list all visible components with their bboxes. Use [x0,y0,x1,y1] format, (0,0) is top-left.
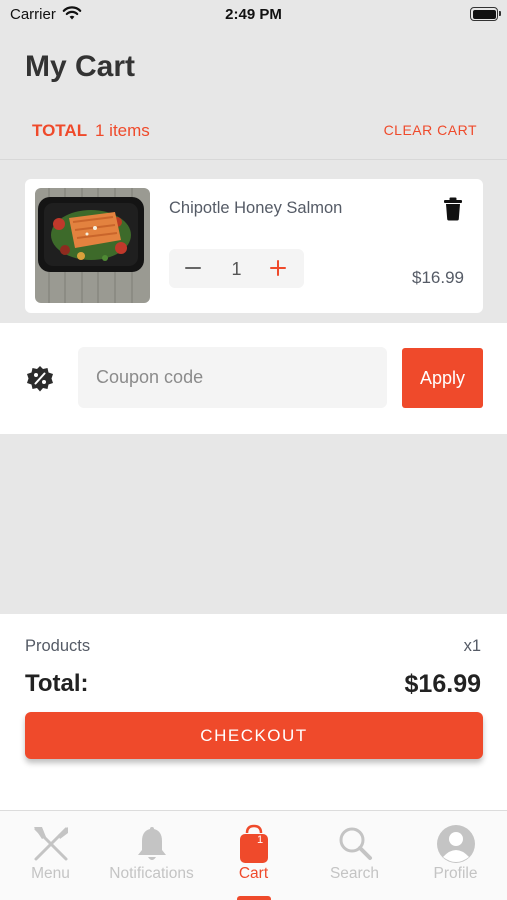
cart-bag-icon: 1 [240,824,268,863]
products-count: x1 [463,637,481,655]
plus-icon[interactable] [268,258,288,278]
tab-label: Cart [238,865,269,882]
tab-notifications[interactable]: Notifications [101,811,202,900]
discount-badge-icon [27,366,53,392]
tab-label: Search [329,865,380,882]
items-count: 1 items [95,121,150,140]
total-text: Total: [25,670,89,697]
clear-cart-button[interactable]: CLEAR CART [384,122,477,138]
profile-icon [437,825,475,863]
active-tab-indicator [237,896,271,900]
apply-button[interactable]: Apply [402,348,483,408]
cart-item-card: Chipotle Honey Salmon 1 $16.99 [25,179,483,313]
coupon-input[interactable] [78,347,387,408]
tab-label: Menu [31,865,70,882]
divider [0,159,507,160]
tab-label: Profile [433,865,478,882]
cart-badge: 1 [257,834,263,846]
battery-icon [470,7,501,21]
total-value: $16.99 [404,670,481,698]
search-icon [339,827,372,860]
tab-menu[interactable]: Menu [0,811,101,900]
tab-label: Notifications [109,865,194,882]
coupon-section: Apply [0,323,507,434]
item-image[interactable] [35,188,150,303]
status-bar: Carrier 2:49 PM [0,0,507,28]
order-summary: Products x1 Total: $16.99 CHECKOUT [0,614,507,810]
bell-icon [138,827,166,860]
tab-search[interactable]: Search [304,811,405,900]
salmon-meal-photo [35,188,150,303]
products-label: Products [25,637,91,655]
quantity-stepper: 1 [169,249,304,288]
tab-profile[interactable]: Profile [405,811,506,900]
tab-cart[interactable]: 1 Cart [203,811,304,900]
total-label: TOTAL [32,121,88,140]
item-price: $16.99 [412,268,464,287]
checkout-button[interactable]: CHECKOUT [25,712,483,759]
status-time: 2:49 PM [225,6,282,23]
utensils-icon [34,827,68,861]
tab-bar: Menu Notifications 1 Cart Search Profile [0,810,507,900]
page-title: My Cart [25,50,136,83]
item-name[interactable]: Chipotle Honey Salmon [169,199,342,218]
trash-icon[interactable] [443,197,463,221]
